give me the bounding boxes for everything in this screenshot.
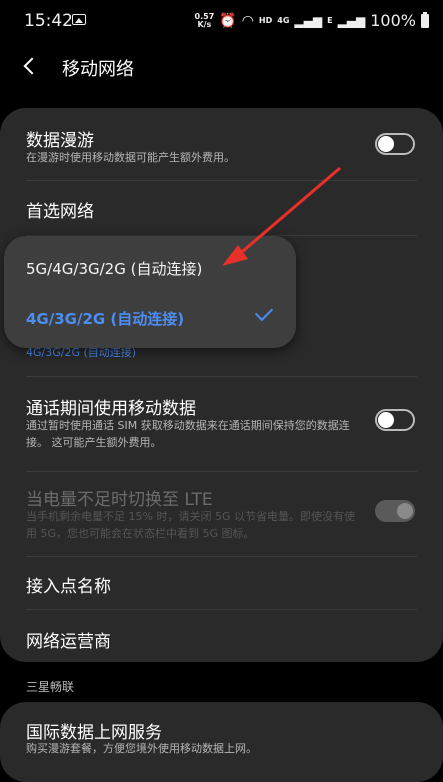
battery-icon (421, 11, 429, 28)
carrier-title: 网络运营商 (26, 632, 111, 652)
low-battery-toggle (375, 500, 415, 522)
signal-icon: ▂▄▆ (294, 13, 323, 28)
app-header: 移动网络 (0, 40, 443, 96)
status-icons: 0.57 K/s ⏰ ◠ HD 4G ▂▄▆ E ▂▄▆ 100% (195, 11, 429, 30)
page-title: 移动网络 (62, 59, 134, 80)
option-4g-selected[interactable]: 4G/3G/2G (自动连接) (26, 308, 184, 329)
alarm-icon: ⏰ (219, 12, 237, 29)
signal-e-label: E (327, 16, 333, 25)
signal-icon-2: ▂▄▆ (337, 13, 366, 28)
roaming-title: 数据漫游 (26, 131, 94, 151)
preferred-network-title: 首选网络 (26, 202, 94, 222)
net-speed-unit: K/s (197, 19, 212, 29)
signal-4g-label: 4G (277, 16, 290, 25)
checkmark-icon (254, 302, 274, 322)
roaming-subtitle: 在漫游时使用移动数据可能产生额外费用。 (26, 151, 235, 164)
apn-row[interactable]: 接入点名称 (0, 557, 443, 609)
apn-title: 接入点名称 (26, 577, 111, 597)
intl-data-subtitle: 购买漫游套餐，方便您境外使用移动数据上网。 (26, 742, 257, 755)
call-data-subtitle: 通过暂时使用通话 SIM 获取移动数据来在通话期间保持您的数据连接。 这可能产生… (26, 419, 350, 449)
roaming-row[interactable]: 数据漫游 在漫游时使用移动数据可能产生额外费用。 (0, 108, 443, 180)
net-speed: 0.57 K/s (195, 12, 215, 29)
call-data-title: 通话期间使用移动数据 (26, 399, 196, 419)
low-battery-subtitle: 当手机剩余电量不足 15% 时，请关闭 5G 以节省电量。即使没有使用 5G，您… (26, 510, 355, 540)
low-battery-title: 当电量不足时切换至 LTE (26, 490, 213, 510)
call-data-row[interactable]: 通话期间使用移动数据 通过暂时使用通话 SIM 获取移动数据来在通话期间保持您的… (0, 377, 443, 461)
section-header: 三星畅联 (26, 680, 75, 694)
low-battery-lte-row: 当电量不足时切换至 LTE 当手机剩余电量不足 15% 时，请关闭 5G 以节省… (0, 472, 443, 556)
battery-percent: 100% (370, 11, 416, 30)
carrier-row[interactable]: 网络运营商 (0, 610, 443, 662)
preferred-network-row[interactable]: 首选网络 (0, 181, 443, 235)
roaming-toggle[interactable] (375, 133, 415, 155)
network-mode-popup: 5G/4G/3G/2G (自动连接) 4G/3G/2G (自动连接) (4, 236, 296, 348)
intl-data-row[interactable]: 国际数据上网服务 购买漫游套餐，方便您境外使用移动数据上网。 (0, 702, 443, 782)
call-data-toggle[interactable] (375, 409, 415, 431)
back-arrow-icon[interactable] (23, 57, 41, 75)
image-notification-icon (72, 14, 86, 25)
hd-label: HD (258, 16, 273, 25)
status-time: 15:42 (24, 11, 73, 31)
wifi-icon: ◠ (241, 12, 254, 29)
status-bar: 15:42 0.57 K/s ⏰ ◠ HD 4G ▂▄▆ E ▂▄▆ 100% (0, 0, 443, 40)
settings-card: 数据漫游 在漫游时使用移动数据可能产生额外费用。 首选网络 4G/3G/2G (… (0, 108, 443, 662)
option-5g[interactable]: 5G/4G/3G/2G (自动连接) (26, 258, 202, 279)
samsung-card: 国际数据上网服务 购买漫游套餐，方便您境外使用移动数据上网。 (0, 702, 443, 782)
